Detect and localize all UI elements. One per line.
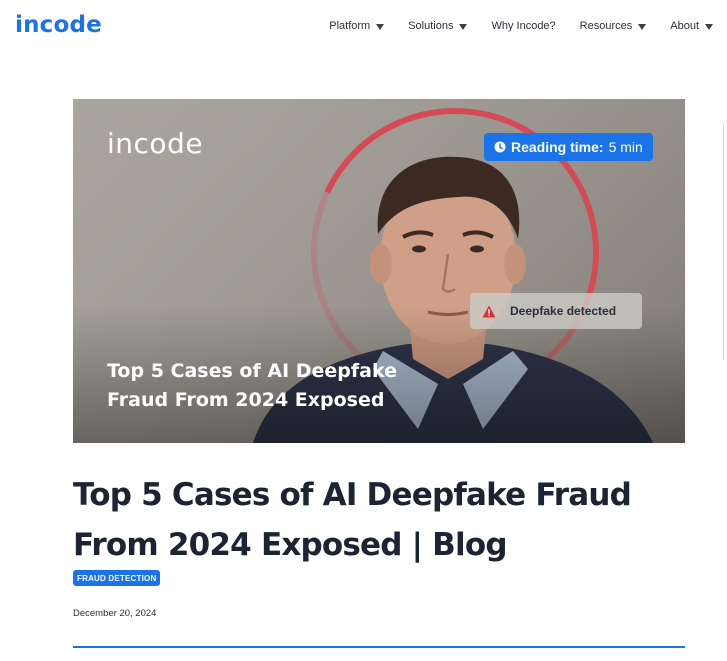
page: incode Platform Solutions Why Incode? Re… — [0, 0, 727, 661]
hero-title: Top 5 Cases of AI Deepfake Fraud From 20… — [107, 360, 397, 411]
nav-item-platform[interactable]: Platform — [329, 20, 385, 32]
nav-item-resources[interactable]: Resources — [580, 20, 647, 32]
chevron-down-icon — [376, 23, 385, 30]
nav-label: Why Incode? — [491, 20, 556, 32]
category-tag[interactable]: FRAUD DETECTION — [73, 570, 161, 586]
divider — [73, 646, 685, 648]
chevron-down-icon — [705, 23, 713, 30]
reading-time-badge: Reading time: 5 min — [484, 133, 653, 161]
hero-logo: incode — [107, 127, 204, 160]
nav-label: About — [670, 20, 699, 32]
site-logo[interactable]: incode — [15, 12, 102, 38]
side-edge-panel — [723, 124, 727, 360]
nav-item-about[interactable]: About — [670, 20, 713, 32]
nav-label: Solutions — [408, 20, 454, 32]
nav-item-solutions[interactable]: Solutions — [408, 20, 468, 32]
main-nav: Platform Solutions Why Incode? Resources… — [329, 20, 713, 32]
reading-time-value: 5 min — [608, 139, 643, 155]
nav-item-why-incode[interactable]: Why Incode? — [491, 20, 555, 32]
publish-date: December 20, 2024 — [73, 608, 157, 619]
hero-image: incode Reading time: 5 min Deepfake dete… — [73, 99, 685, 443]
deepfake-alert-badge: Deepfake detected — [470, 293, 642, 329]
clock-icon — [494, 141, 506, 153]
deepfake-alert-text: Deepfake detected — [510, 304, 617, 318]
nav-label: Platform — [329, 20, 371, 32]
chevron-down-icon — [638, 23, 647, 30]
page-title: Top 5 Cases of AI Deepfake Fraud From 20… — [73, 477, 632, 563]
chevron-down-icon — [459, 23, 468, 30]
warning-icon — [482, 305, 496, 317]
reading-time-label: Reading time: — [511, 139, 604, 155]
nav-label: Resources — [579, 20, 633, 32]
